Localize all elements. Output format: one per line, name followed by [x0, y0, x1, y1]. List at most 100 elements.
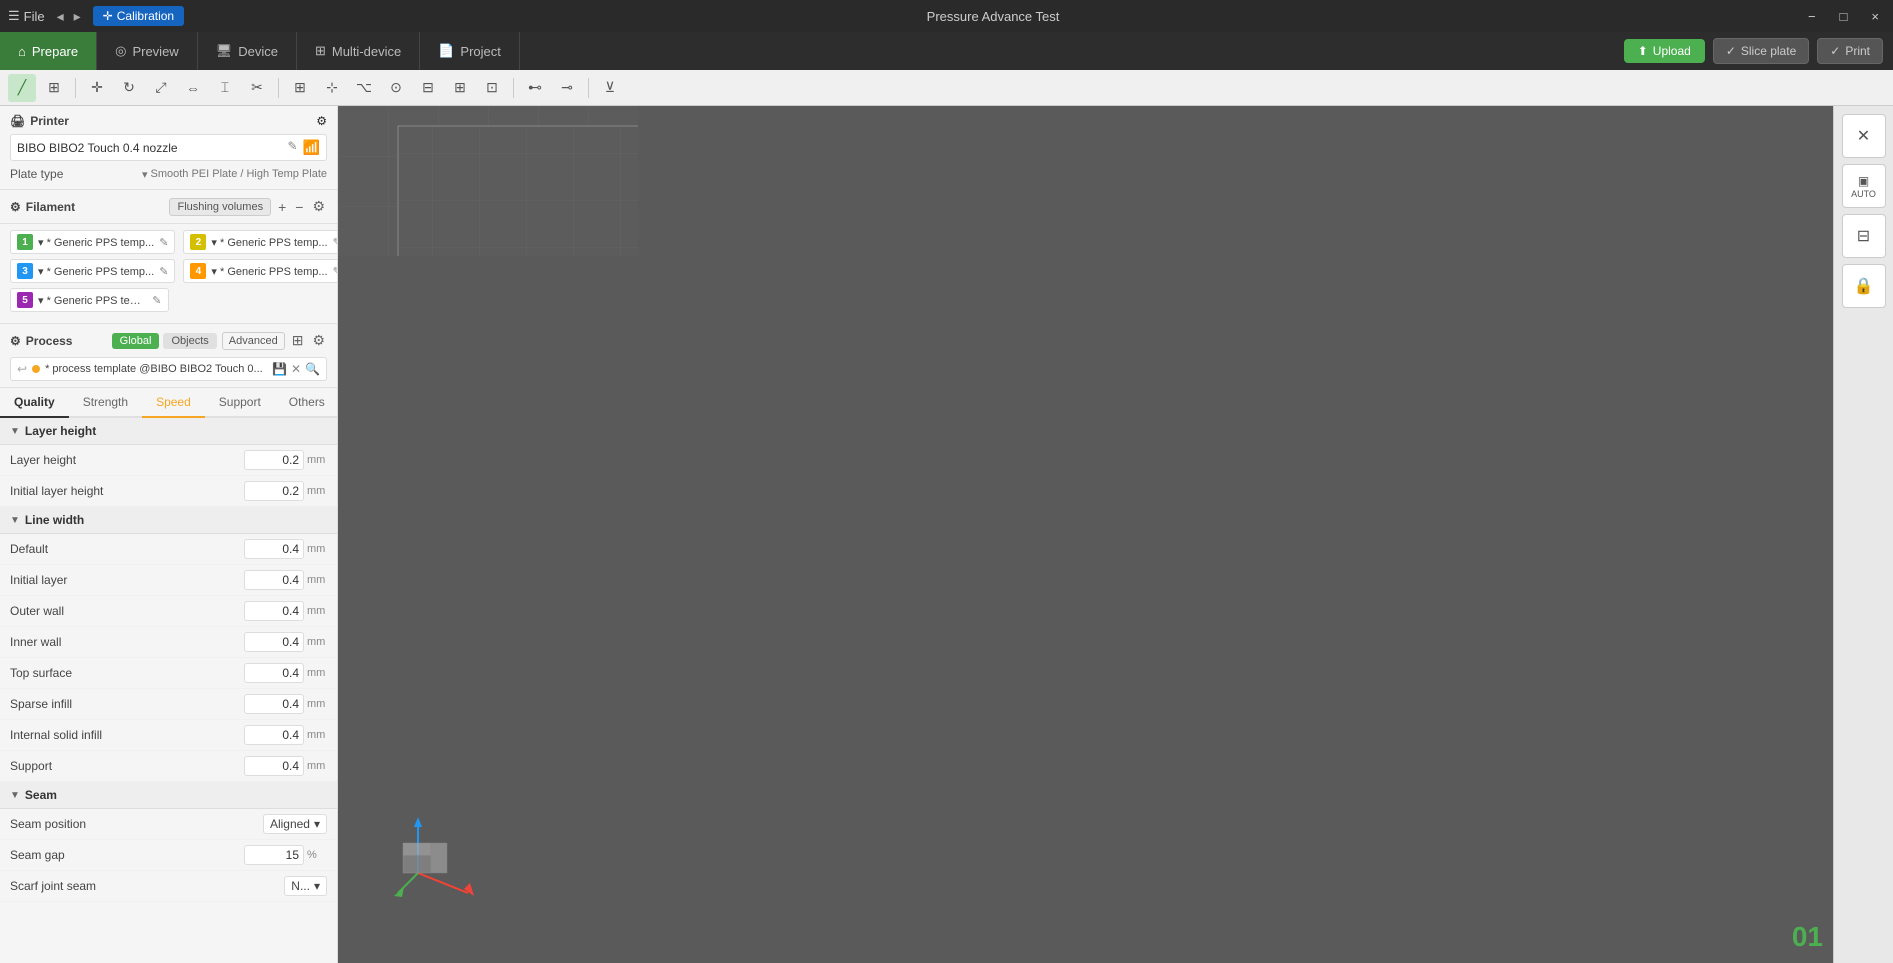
filament-remove-btn[interactable]: −: [293, 197, 305, 217]
tab-prepare[interactable]: ⌂ Prepare: [0, 32, 97, 70]
calibration-button[interactable]: ✛ Calibration: [93, 6, 184, 26]
lw-sparse-input[interactable]: [244, 694, 304, 714]
toolbar-rotate[interactable]: ↻: [115, 74, 143, 102]
filament-item-4[interactable]: 4 ▾ * Generic PPS temp... ✎: [183, 259, 338, 283]
toolbar-more3[interactable]: ⊡: [478, 74, 506, 102]
advanced-btn[interactable]: Advanced: [222, 332, 285, 350]
lw-initial-input[interactable]: [244, 570, 304, 590]
tab-support[interactable]: Support: [205, 388, 275, 418]
toolbar-view1[interactable]: ⊸: [553, 74, 581, 102]
filament-edit-3[interactable]: ✎: [159, 265, 168, 278]
printer-selector[interactable]: BIBO BIBO2 Touch 0.4 nozzle ✎ 📶: [10, 134, 327, 161]
lw-outer-input[interactable]: [244, 601, 304, 621]
toolbar-more1[interactable]: ⊟: [414, 74, 442, 102]
tab-multi-device[interactable]: ⊞ Multi-device: [297, 32, 420, 70]
toolbar-support[interactable]: ⌥: [350, 74, 378, 102]
tab-project[interactable]: 📄 Project: [420, 32, 520, 70]
filament-item-1[interactable]: 1 ▾ * Generic PPS temp... ✎: [10, 230, 175, 254]
tab-speed[interactable]: Speed: [142, 388, 205, 418]
close-btn[interactable]: ×: [1865, 7, 1885, 26]
seam-position-row: Seam position Aligned ▾: [0, 809, 337, 840]
table-view-btn[interactable]: ⊟: [1842, 214, 1886, 258]
lw-top-input[interactable]: [244, 663, 304, 683]
seam-position-dropdown[interactable]: Aligned ▾: [263, 814, 327, 834]
lw-internal-row: Internal solid infill mm: [0, 720, 337, 751]
toolbar-move[interactable]: ✛: [83, 74, 111, 102]
axes-indicator: [388, 803, 468, 883]
printer-settings-icon[interactable]: ⚙: [316, 114, 327, 128]
lw-default-unit: mm: [307, 543, 327, 555]
lw-default-input[interactable]: [244, 539, 304, 559]
filament-edit-5[interactable]: ✎: [152, 294, 161, 307]
tab-device[interactable]: 🖥 Device: [198, 32, 297, 70]
filament-item-5[interactable]: 5 ▾ * Generic PPS temp... ✎: [10, 288, 169, 312]
filament-item-2[interactable]: 2 ▾ * Generic PPS temp... ✎: [183, 230, 338, 254]
toolbar-select[interactable]: ╱: [8, 74, 36, 102]
filament-item-3[interactable]: 3 ▾ * Generic PPS temp... ✎: [10, 259, 175, 283]
tab-strength[interactable]: Strength: [69, 388, 142, 418]
viewport[interactable]: 01: [338, 106, 1833, 963]
back-btn[interactable]: ◂: [53, 6, 68, 27]
seam-position-value: Aligned: [270, 817, 310, 831]
filament-add-btn[interactable]: +: [276, 197, 288, 217]
file-menu[interactable]: ☰ File: [8, 8, 45, 24]
template-row[interactable]: ↩ * process template @BIBO BIBO2 Touch 0…: [10, 357, 327, 381]
filament-settings-icon[interactable]: ⚙: [310, 196, 327, 217]
upload-button[interactable]: ⬆ Upload: [1624, 39, 1705, 63]
lw-outer-label: Outer wall: [10, 604, 244, 618]
toolbar-measure[interactable]: ⊷: [521, 74, 549, 102]
tab-preview[interactable]: ◎ Preview: [97, 32, 198, 70]
maximize-btn[interactable]: □: [1834, 7, 1854, 26]
initial-layer-height-value-row: mm: [244, 481, 327, 501]
print-button[interactable]: ✓ Print: [1817, 38, 1883, 64]
slice-plate-button[interactable]: ✓ Slice plate: [1713, 38, 1809, 64]
undo-icon[interactable]: ↩: [17, 362, 27, 376]
minimize-btn[interactable]: −: [1802, 7, 1822, 26]
edit-icon[interactable]: ✎: [288, 139, 298, 156]
toolbar-unfold[interactable]: ⊻: [596, 74, 624, 102]
toolbar-more2[interactable]: ⊞: [446, 74, 474, 102]
toolbar-grid[interactable]: ⊞: [40, 74, 68, 102]
layer-height-group-header[interactable]: ▼ Layer height: [0, 418, 337, 445]
forward-btn[interactable]: ▸: [70, 6, 85, 27]
filament-edit-1[interactable]: ✎: [159, 236, 168, 249]
auto-layout-btn[interactable]: ▣AUTO: [1842, 164, 1886, 208]
toolbar-arrange[interactable]: ⊞: [286, 74, 314, 102]
lw-inner-input[interactable]: [244, 632, 304, 652]
toolbar-mirror[interactable]: ⇔: [179, 74, 207, 102]
tab-others[interactable]: Others: [275, 388, 338, 418]
global-tab[interactable]: Global: [112, 333, 160, 349]
toolbar-scale[interactable]: ⤢: [147, 74, 175, 102]
lw-initial-label: Initial layer: [10, 573, 244, 587]
lw-support-input[interactable]: [244, 756, 304, 776]
template-search-icon[interactable]: 🔍: [305, 362, 320, 376]
lock-view-btn[interactable]: 🔒: [1842, 264, 1886, 308]
toolbar-split[interactable]: ⌶: [211, 74, 239, 102]
scarf-seam-dropdown[interactable]: N... ▾: [284, 876, 327, 896]
process-extra-icon[interactable]: ⚙: [310, 330, 327, 351]
layer-height-collapse-icon: ▼: [10, 426, 20, 437]
template-save-icon[interactable]: 💾: [272, 362, 287, 376]
layer-height-input[interactable]: [244, 450, 304, 470]
plate-type-value[interactable]: ▾ Smooth PEI Plate / High Temp Plate: [142, 168, 327, 181]
objects-tab[interactable]: Objects: [163, 333, 216, 349]
lw-internal-input[interactable]: [244, 725, 304, 745]
close-view-btn[interactable]: ✕: [1842, 114, 1886, 158]
lw-initial-unit: mm: [307, 574, 327, 586]
filament-title: ⚙ Filament: [10, 200, 75, 214]
close-view-icon: ✕: [1857, 126, 1870, 146]
toolbar-seam[interactable]: ⊙: [382, 74, 410, 102]
seam-group-header[interactable]: ▼ Seam: [0, 782, 337, 809]
seam-gap-input[interactable]: [244, 845, 304, 865]
initial-layer-height-input[interactable]: [244, 481, 304, 501]
file-label[interactable]: File: [24, 9, 45, 24]
flushing-volumes-btn[interactable]: Flushing volumes: [169, 198, 271, 216]
sidebar: 🖨 Printer ⚙ BIBO BIBO2 Touch 0.4 nozzle …: [0, 106, 338, 963]
line-width-group-header[interactable]: ▼ Line width: [0, 507, 337, 534]
toolbar-orient[interactable]: ⊹: [318, 74, 346, 102]
process-settings-icon[interactable]: ⊞: [290, 330, 306, 351]
toolbar-cut[interactable]: ✂: [243, 74, 271, 102]
template-close-icon[interactable]: ✕: [291, 362, 301, 376]
tab-quality[interactable]: Quality: [0, 388, 69, 418]
calibration-icon: ✛: [103, 9, 113, 23]
